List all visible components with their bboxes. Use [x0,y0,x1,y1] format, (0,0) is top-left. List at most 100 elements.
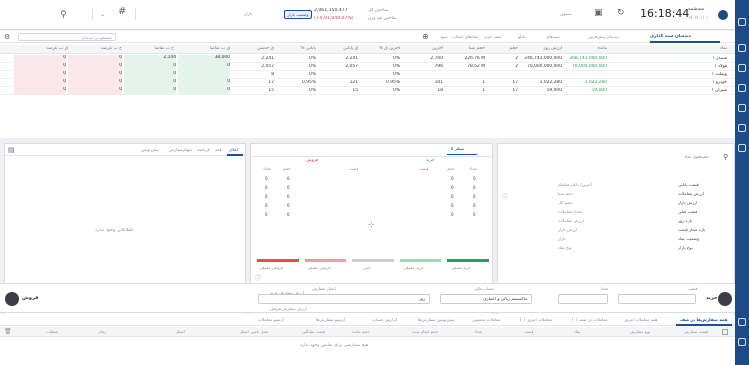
watchlist-icon[interactable] [738,44,746,52]
watchlist-filter-input[interactable]: جستجو در دیده‌بان [18,33,116,41]
depth-tab[interactable]: ۵ سطر [451,147,464,152]
gear-icon[interactable]: ⚙ [4,33,10,41]
chart-icon[interactable] [738,124,746,132]
tab-all[interactable]: همه [215,147,222,152]
tab-alert[interactable]: اعلان [229,147,238,152]
sell-button-icon[interactable] [5,292,19,306]
col-symbol[interactable]: نماد [697,46,727,51]
trash-icon[interactable]: 🗑 [4,328,12,335]
col-bid-price[interactable]: ق ب تقاضا [188,46,230,51]
order-cell: 0 [451,185,454,190]
tab-default-watch[interactable]: دیده‌بان پیش‌فرض [588,34,619,39]
tab-queue[interactable]: معاملات در صف (۰) [572,317,608,322]
col-ask-price[interactable]: ق ب عرضه [28,46,68,51]
tab-profit[interactable]: سود [440,34,448,39]
col-actions[interactable]: عملیات [46,329,58,334]
table-row[interactable]: وبملت ۱ 0% 0% 8 0 0 0 [0,71,735,79]
col-symbol[interactable]: نماد [574,329,580,334]
row-volume: 17 [512,80,518,85]
buy-button[interactable]: خرید [706,295,717,301]
tab-archive-orders[interactable]: آرشیو سفارش‌ها [316,317,345,322]
account-select[interactable]: ماکسیمم ریالی و اعتباری [440,294,532,304]
symbol-search-input[interactable]: جستجوی نماد [684,155,709,160]
col-last[interactable]: آخرین [405,46,443,51]
tab-all-queue[interactable]: همه سفارش‌ها در صف [680,317,728,322]
orders-icon[interactable] [738,84,746,92]
col-bid-vol[interactable]: ح ب تقاضا [130,46,174,51]
row-symbol[interactable]: خودرو ۱ [697,80,727,85]
col-order-type[interactable]: نوع سفارش [630,329,650,334]
table-row[interactable]: شتران ۱ 19,000 19,000 17 1 18 0% 15 0% 1… [0,87,735,95]
refresh-icon[interactable]: ↻ [617,8,625,18]
validity-select[interactable]: روز [258,294,430,304]
account-value: ماکسیمم ریالی و اعتباری [483,296,527,301]
col-remain[interactable]: مانده [567,46,607,51]
clipboard-icon[interactable]: ▣ [594,8,603,18]
settings-icon[interactable] [738,318,746,326]
sell-count-rows: 0 0 0 0 0 [265,174,268,219]
tab-archive-trades[interactable]: آرشیو معاملات [258,317,284,322]
user-icon[interactable]: ⚲ [60,10,70,20]
qty-input[interactable] [558,294,608,304]
portfolio-icon[interactable] [738,64,746,72]
col-credit-source[interactable]: محل تامین اعتبار [240,329,268,334]
tab-board[interactable]: تابلو [518,34,525,39]
col-remaining[interactable]: حجم مانده [352,329,370,334]
tab-history[interactable]: تاریخچه [197,147,210,152]
add-tab-icon[interactable]: ⊕ [422,32,429,41]
col-last-pct[interactable]: % آخرین ق [360,46,400,51]
sell-button[interactable]: فروش [22,295,38,301]
col-threshold[interactable]: ق حدبس [236,46,274,51]
buy-button-icon[interactable] [718,292,732,306]
tab-account-report[interactable]: گزارش حساب [372,317,397,322]
tab-selected-symbols[interactable]: نمادهای انتخاب [452,34,478,39]
market-status-badge[interactable]: وضعیت بازار [284,10,312,19]
col-ask-vol[interactable]: ح ب عرضه [78,46,122,51]
col-close-pct[interactable]: % پایانی [278,46,316,51]
help-icon[interactable] [738,338,746,346]
col-avg-price[interactable]: قیمت میانگین [302,329,325,334]
row-close-pct: 0% [309,56,316,61]
col-order-price[interactable]: قیمت سفارش [684,329,708,334]
tab-baskets[interactable]: سبدهای [546,34,560,39]
select-all-checkbox[interactable] [722,329,728,335]
col-qty[interactable]: تعداد [474,329,482,334]
price-input[interactable] [618,294,696,304]
col-time[interactable]: زمان [98,329,106,334]
search-input[interactable]: ستون [560,12,571,17]
tab-today-trades[interactable]: همه معاملات امروز [624,317,658,322]
search-icon[interactable]: ⚲ [723,153,728,161]
hash-icon[interactable]: # [118,6,126,17]
col-day-value[interactable]: ارزش روز [522,46,562,51]
col-close[interactable]: ق پایانی [318,46,358,51]
wallet-icon[interactable] [738,144,746,152]
tab-draft[interactable]: پیش‌نویس [141,147,159,152]
home-icon[interactable] [738,18,746,26]
panel-icon[interactable]: ▤ [8,146,15,154]
table-row[interactable]: خودرو ۱ 1,022,280 1,022,280 17 1 101 0.9… [0,79,735,87]
row-symbol[interactable]: فولاد ۱ [697,64,727,69]
col-price[interactable]: قیمت [524,329,533,334]
table-row[interactable]: فولاد ۱ 78,000,000,000 70,000,000,000 2 … [0,63,735,71]
row-symbol[interactable]: وبملت ۱ [697,72,727,77]
tab-today[interactable]: معاملات امروز (۰) [520,317,552,322]
tab-stock[interactable]: سهام [183,147,192,152]
row-symbol[interactable]: شتران ۱ [697,88,727,93]
col-volume[interactable]: حجم [488,46,518,51]
row-bid-price: 0 [178,87,230,94]
col-validity[interactable]: اعتبار [176,329,185,334]
table-row[interactable]: شبندر ۱ 368,741,000,000 246,741,000,000 … [0,55,735,63]
col-filled[interactable]: حجم انجام شده [412,329,438,334]
sell-summary-label: ارزش سفارش فروش [270,306,307,311]
profile-avatar[interactable] [718,10,728,20]
tab-basket-watch[interactable]: دیده‌بان سبد گذاری [650,34,691,39]
report-icon[interactable] [738,104,746,112]
tab-aggregate[interactable]: معاملات تجمیعی [472,317,501,322]
tab-order[interactable]: سفارش [169,147,183,152]
row-symbol[interactable]: شبندر ۱ [697,56,727,61]
tab-drafts[interactable]: پیش‌نویس سفارش‌ها [418,317,454,322]
tab-buy-queue[interactable]: صف خرید [484,34,501,39]
info-icon[interactable]: ⓘ [255,273,261,282]
chevron-down-icon[interactable]: ⌄ [100,11,105,18]
col-base-volume[interactable]: حجم مبنا [445,46,485,51]
